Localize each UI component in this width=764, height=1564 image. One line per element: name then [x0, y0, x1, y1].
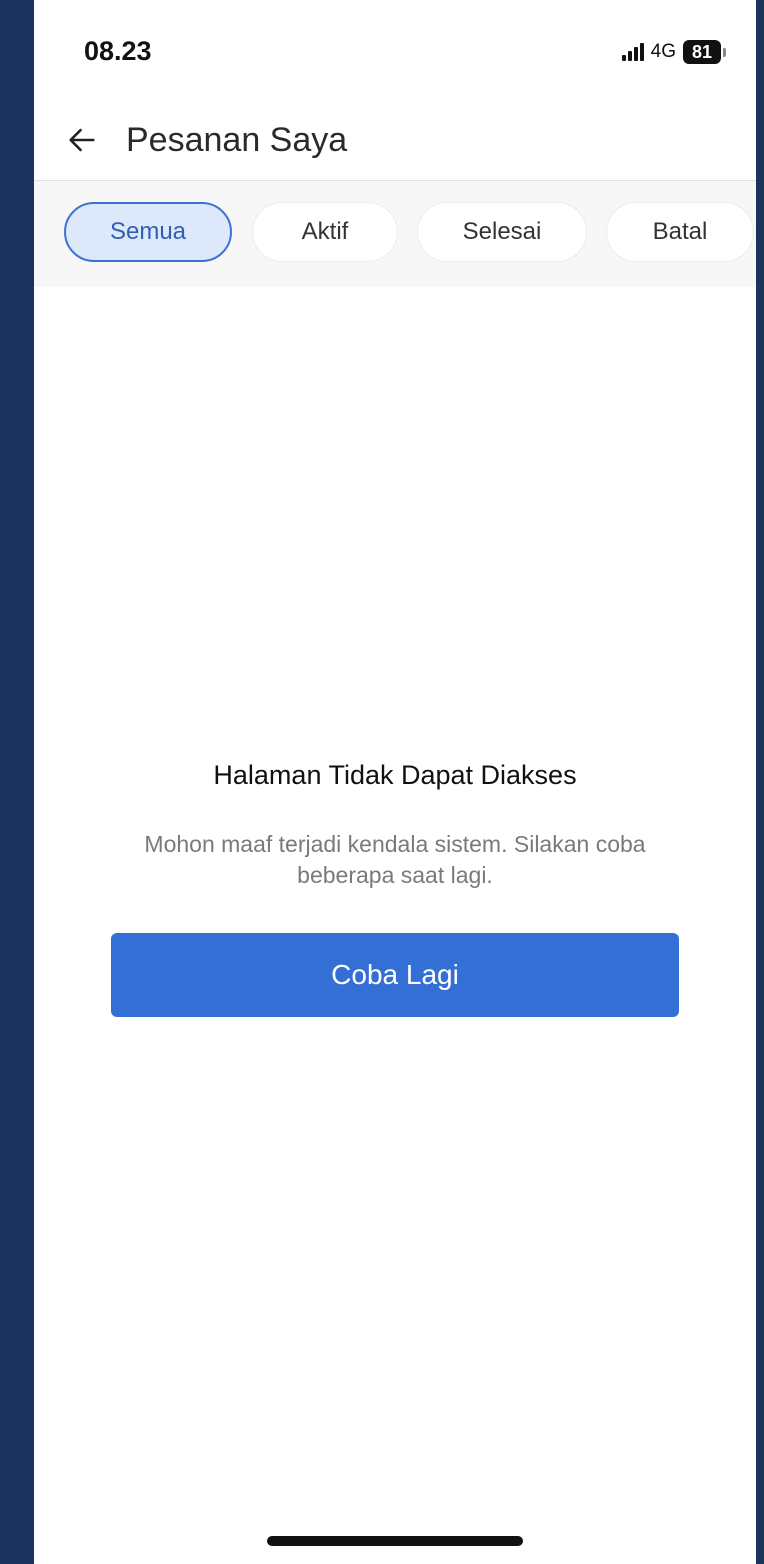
status-time: 08.23	[84, 36, 152, 66]
app-header: Pesanan Saya	[34, 100, 756, 181]
battery-icon: 81	[683, 40, 726, 64]
battery-tip	[723, 47, 726, 57]
arrow-left-icon	[69, 128, 95, 152]
status-indicators: 4G 81	[621, 40, 726, 64]
back-button[interactable]	[60, 118, 104, 162]
tab-batal[interactable]: Batal	[606, 202, 754, 262]
error-message: Mohon maaf terjadi kendala sistem. Silak…	[144, 831, 646, 888]
signal-icon	[621, 43, 644, 61]
filter-tabs: Semua Aktif Selesai Batal	[34, 181, 756, 287]
tab-semua[interactable]: Semua	[64, 202, 232, 262]
phone-screen: 08.23 4G 81 Pesanan Saya Semua Aktif Sel	[34, 0, 756, 1564]
network-label: 4G	[650, 41, 676, 62]
tab-selesai[interactable]: Selesai	[417, 202, 587, 262]
home-indicator[interactable]	[267, 1536, 523, 1546]
tab-aktif[interactable]: Aktif	[252, 202, 398, 262]
retry-button[interactable]: Coba Lagi	[111, 933, 679, 1017]
error-title: Halaman Tidak Dapat Diakses	[213, 760, 577, 790]
status-bar: 08.23 4G 81	[34, 0, 756, 100]
battery-level: 81	[683, 40, 721, 64]
page-title: Pesanan Saya	[126, 121, 348, 159]
error-state: Halaman Tidak Dapat Diakses Mohon maaf t…	[34, 760, 756, 891]
